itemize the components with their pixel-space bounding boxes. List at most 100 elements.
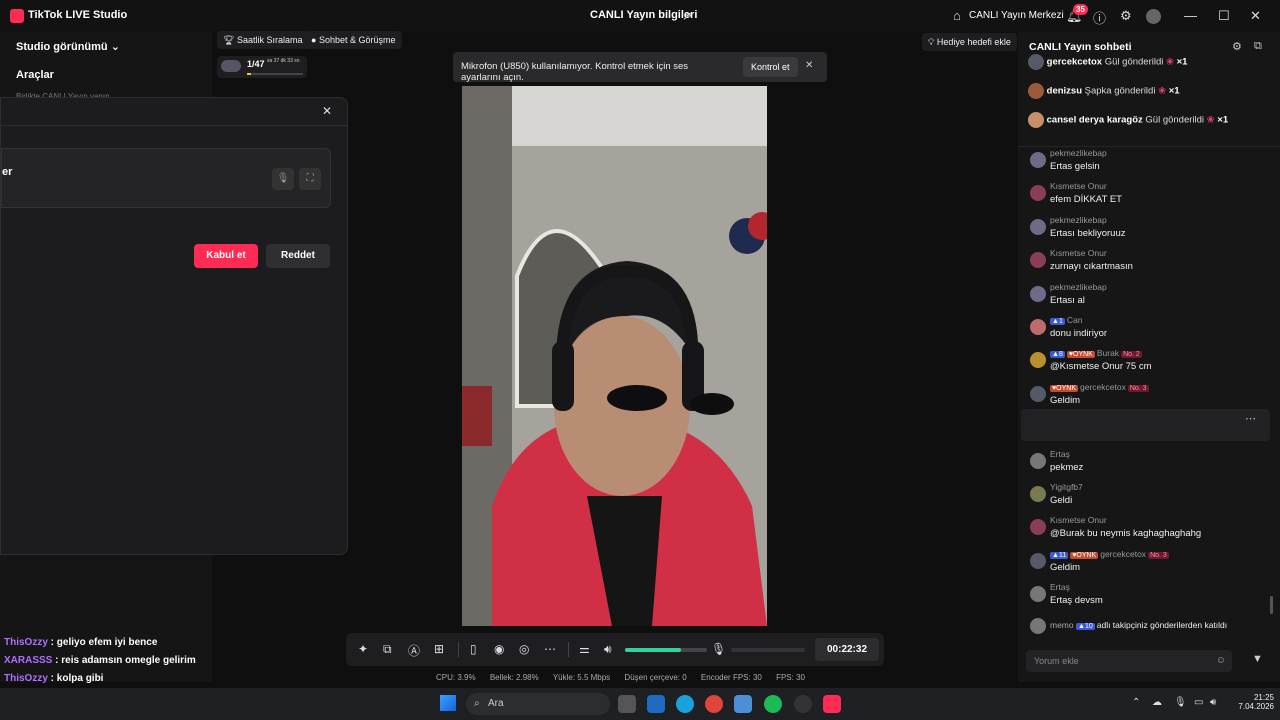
windows-start-icon[interactable]: [440, 695, 456, 711]
close-window-icon[interactable]: ✕: [1250, 8, 1261, 24]
phone-icon[interactable]: ▯: [470, 642, 477, 656]
trophy-icon: 🏆︎: [223, 35, 235, 45]
message-user: pekmezlikebap: [1050, 214, 1107, 225]
app-icon[interactable]: [734, 695, 752, 713]
comment-input[interactable]: Yorum ekle ☺: [1026, 650, 1232, 672]
expand-icon[interactable]: ⛶: [299, 168, 321, 190]
more-icon[interactable]: ⋯: [544, 642, 556, 656]
overlay-chat-line: ThisOzzy : geliyo efem iyi bence: [0, 634, 212, 652]
chat-message[interactable]: Kısmetse Onur efem DİKKAT ET: [1030, 181, 1275, 211]
message-text: donu indiriyor: [1050, 328, 1108, 339]
outlook-icon[interactable]: [647, 695, 665, 713]
avatar: [1030, 486, 1046, 502]
tiktok-studio-icon[interactable]: [823, 695, 841, 713]
ai-icon[interactable]: Ⓐ: [408, 642, 420, 659]
magic-wand-icon[interactable]: ✦: [358, 642, 368, 656]
chat-message[interactable]: pekmezlikebap Ertası al: [1030, 282, 1275, 312]
chat-settings-icon[interactable]: ⚙: [1232, 40, 1242, 53]
edge-icon[interactable]: [676, 695, 694, 713]
filter-icon[interactable]: ▼: [1252, 653, 1263, 665]
overlay-chat: ThisOzzy : geliyo efem iyi bence XARASSS …: [0, 634, 212, 688]
chat-message[interactable]: ▲11 ♥OYNK gercekcetox No. 3 Geldim: [1030, 549, 1275, 579]
profile-avatar[interactable]: [1146, 9, 1161, 24]
taskbar-clock[interactable]: 21:25 7.04.2026: [1228, 693, 1274, 711]
taskbar-search[interactable]: ⌕ Ara: [466, 693, 610, 715]
network-icon[interactable]: ▭: [1194, 697, 1203, 708]
live-center-button[interactable]: CANLI Yayın Merkezi: [969, 10, 1064, 21]
chat-message[interactable]: Ertaş pekmez: [1030, 449, 1275, 479]
message-more-icon[interactable]: ⋯: [1245, 412, 1256, 425]
rank-box[interactable]: 1/47 sa 37 dk 33 sn: [217, 56, 307, 78]
message-text: zurnayı cıkartmasın: [1050, 261, 1133, 273]
gift-user: cansel derya karagöz: [1046, 114, 1143, 126]
chat-title: CANLI Yayın sohbeti: [1029, 41, 1132, 53]
studio-view-dropdown[interactable]: Studio görünümü ⌄: [16, 40, 120, 53]
join-user: memo: [1050, 620, 1074, 630]
rank-badge: No. 3: [1127, 384, 1149, 392]
toast-close-icon[interactable]: ✕: [805, 60, 813, 71]
record-icon[interactable]: ◉: [494, 642, 504, 656]
message-text: @Burak bu neymis kaghaghaghahg: [1050, 528, 1202, 540]
accept-button[interactable]: Kabul et: [194, 244, 258, 268]
home-icon[interactable]: ⌂: [953, 8, 961, 23]
popout-icon[interactable]: ⧉: [1254, 40, 1262, 53]
obs-icon[interactable]: [794, 695, 812, 713]
spotify-icon[interactable]: [764, 695, 782, 713]
speaker-icon[interactable]: 🔊︎: [604, 642, 612, 657]
message-user: ▲8 ♥OYNK Burak No. 2: [1050, 348, 1142, 359]
avatar: [1030, 319, 1046, 335]
volume-icon[interactable]: 🔊︎: [1210, 697, 1216, 708]
chat-message[interactable]: ♥OYNK gercekcetox No. 3 Geldim: [1030, 382, 1275, 412]
message-text: Geldi: [1050, 495, 1073, 506]
share-icon[interactable]: ↗: [682, 9, 692, 23]
gift-count: ×1: [1176, 56, 1188, 68]
emoji-icon[interactable]: ☺: [1216, 650, 1226, 672]
chat-message[interactable]: Kısmetse Onur zurnayı cıkartmasın: [1030, 248, 1275, 278]
chat-message[interactable]: Kısmetse Onur @Burak bu neymis kaghaghagh…: [1030, 515, 1275, 545]
hourly-rank-chip[interactable]: 🏆︎ Saatlik Sıralama: [217, 31, 309, 49]
settings-icon[interactable]: ⚙: [1120, 8, 1132, 24]
mixer-icon[interactable]: ⚌: [579, 642, 590, 656]
help-icon[interactable]: ⓘ: [1093, 8, 1106, 27]
rank-badge: No. 2: [1121, 351, 1142, 359]
check-button[interactable]: Kontrol et: [743, 57, 798, 77]
minimize-icon[interactable]: —: [1184, 8, 1197, 23]
chat-message[interactable]: ▲8 ♥OYNK Burak No. 2 @Kısmetse Onur 75 cm: [1030, 348, 1275, 378]
capture-icon[interactable]: ◎: [519, 642, 529, 656]
fan-badge: ♥OYNK: [1066, 351, 1095, 359]
add-source-icon[interactable]: ⊞: [434, 642, 444, 656]
effects-icon[interactable]: ⧉: [383, 642, 392, 657]
join-notice: memo ▲10 adlı takipçiniz gönderilerden ka…: [1030, 618, 1270, 634]
message-user: Yigitgfb7: [1050, 482, 1083, 492]
message-text: efem DİKKAT ET: [1050, 194, 1122, 206]
chat-scrollbar[interactable]: [1270, 596, 1273, 614]
cloud-icon[interactable]: ☁: [1152, 697, 1162, 708]
message-text: Ertaş devsm: [1050, 595, 1103, 607]
dialog-close-icon[interactable]: ✕: [322, 104, 332, 118]
chat-message[interactable]: pekmezlikebap Ertas gelsin: [1030, 148, 1275, 178]
chat-icon: ●: [311, 35, 317, 45]
maximize-icon[interactable]: ☐: [1218, 8, 1230, 24]
join-message: adlı takipçiniz gönderilerden katıldı: [1096, 620, 1228, 630]
reject-button[interactable]: Reddet: [266, 244, 330, 268]
chat-message[interactable]: ▲1 Can donu indiriyor: [1030, 315, 1275, 345]
rank-value: 1/47: [247, 59, 265, 69]
tray-chevron-icon[interactable]: ⌃: [1132, 697, 1140, 708]
overlay-username: ThisOzzy: [4, 637, 48, 648]
gift-goal-chip[interactable]: 💡︎ Hediye hedefi ekle: [922, 33, 1017, 51]
tray-mic-icon[interactable]: 🎙︎: [1174, 697, 1187, 708]
camera-frame: [462, 86, 767, 626]
mic-volume-slider[interactable]: [731, 648, 805, 652]
task-view-icon[interactable]: [618, 695, 636, 713]
app-title: TikTok LIVE Studio: [28, 9, 128, 21]
gift-divider: [1018, 146, 1280, 147]
speaker-volume-slider[interactable]: [625, 648, 707, 652]
chrome-icon[interactable]: [705, 695, 723, 713]
chat-message[interactable]: pekmezlikebap Ertası bekliyoruuz: [1030, 215, 1275, 245]
chat-message[interactable]: Ertaş Ertaş devsm: [1030, 582, 1275, 612]
level-badge: ▲10: [1076, 623, 1095, 630]
mic-icon[interactable]: 🎙︎: [272, 168, 294, 190]
microphone-icon[interactable]: 🎙︎: [711, 642, 726, 656]
chat-message[interactable]: Yigitgfb7 Geldi: [1030, 482, 1275, 512]
chat-meet-chip[interactable]: ● Sohbet & Görüşme: [305, 31, 402, 49]
